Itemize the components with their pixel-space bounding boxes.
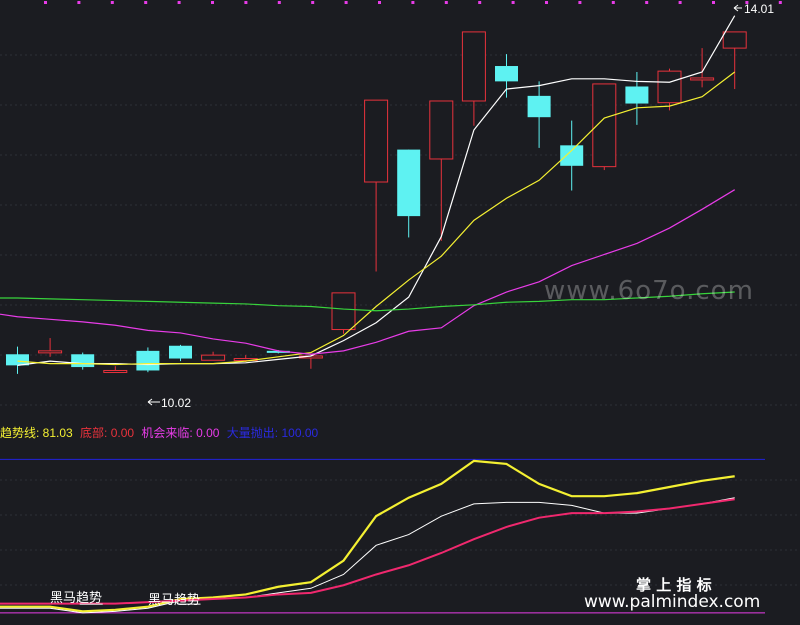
candle-13 bbox=[429, 100, 454, 241]
candle-19 bbox=[625, 71, 649, 125]
legend-chance: 机会来临: 0.00 bbox=[141, 426, 220, 440]
date-tick-22 bbox=[778, 1, 782, 4]
ma20-line bbox=[0, 189, 736, 355]
candle-4 bbox=[136, 347, 160, 373]
legend-trend: 趋势线: 81.03 bbox=[0, 426, 73, 440]
candle-body-21 bbox=[690, 77, 715, 81]
legend-bottom: 底部: 0.00 bbox=[80, 426, 135, 440]
date-tick-11 bbox=[411, 1, 415, 4]
candle-body-12 bbox=[397, 149, 421, 217]
candle-12 bbox=[397, 149, 421, 238]
high-price-marker: 14.01 bbox=[733, 2, 774, 16]
candle-body-2 bbox=[71, 354, 95, 368]
candle-body-4 bbox=[136, 350, 160, 371]
moving-average-lines bbox=[0, 15, 736, 366]
candle-16 bbox=[527, 81, 551, 148]
date-tick-19 bbox=[678, 1, 682, 4]
date-tick-14 bbox=[511, 1, 515, 4]
candle-body-15 bbox=[495, 66, 518, 82]
candle-18 bbox=[592, 83, 617, 171]
low-price-marker: 10.02 bbox=[147, 396, 191, 410]
date-tick-9 bbox=[344, 1, 348, 4]
candle-5 bbox=[169, 344, 192, 362]
candle-3 bbox=[103, 366, 128, 373]
watermark-mid: www.6o7o.com bbox=[544, 276, 754, 306]
candle-15 bbox=[495, 54, 518, 98]
candle-14 bbox=[461, 31, 486, 126]
date-tick-4 bbox=[177, 1, 181, 4]
date-tick-1 bbox=[77, 1, 81, 4]
candle-body-13 bbox=[429, 100, 454, 160]
candle-body-14 bbox=[461, 31, 486, 102]
date-tick-17 bbox=[611, 1, 615, 4]
date-tick-20 bbox=[712, 1, 715, 4]
candle-1 bbox=[38, 338, 63, 357]
candle-21 bbox=[690, 48, 715, 88]
indicator-legend: 趋势线: 81.03 底部: 0.00 机会来临: 0.00 大量抛出: 100… bbox=[0, 424, 322, 441]
candle-body-19 bbox=[625, 86, 649, 104]
date-tick-10 bbox=[378, 1, 381, 4]
candle-6 bbox=[201, 351, 226, 361]
candle-body-22 bbox=[722, 31, 747, 49]
candle-body-6 bbox=[201, 354, 226, 361]
date-tick-16 bbox=[578, 1, 582, 4]
high-price-label: 14.01 bbox=[744, 2, 774, 16]
date-tick-5 bbox=[211, 1, 214, 4]
signal-text-1: 黑马趋势 bbox=[50, 590, 102, 606]
candle-0 bbox=[6, 346, 29, 374]
candle-body-3 bbox=[103, 369, 128, 373]
signal-text-2: 黑马趋势 bbox=[148, 592, 200, 608]
candle-body-10 bbox=[331, 292, 356, 331]
candle-22 bbox=[722, 31, 747, 90]
trend-indicator-line bbox=[0, 459, 735, 613]
date-tick-8 bbox=[311, 1, 315, 4]
date-tick-7 bbox=[277, 1, 281, 4]
candle-body-11 bbox=[364, 99, 389, 183]
date-tick-18 bbox=[645, 1, 649, 4]
date-tick-6 bbox=[244, 1, 248, 4]
candle-body-0 bbox=[6, 354, 29, 366]
low-price-label: 10.02 bbox=[161, 396, 191, 410]
date-tick-12 bbox=[444, 1, 448, 4]
date-tick-2 bbox=[110, 1, 114, 4]
date-tick-3 bbox=[144, 1, 148, 4]
candle-11 bbox=[364, 99, 389, 272]
date-tick-13 bbox=[478, 1, 482, 4]
date-tick-0 bbox=[44, 1, 47, 4]
candle-body-17 bbox=[560, 145, 584, 166]
candle-2 bbox=[71, 352, 95, 370]
candle-body-1 bbox=[38, 350, 63, 354]
date-tick-15 bbox=[545, 1, 548, 4]
watermark-site: www.palmindex.com bbox=[584, 592, 761, 612]
stock-chart: 14.01 10.02 黑马趋势 黑马趋势 趋势线: 81.03 底部: 0.0… bbox=[0, 0, 800, 625]
chart-canvas: 14.01 10.02 黑马趋势 黑马趋势 bbox=[0, 1, 800, 614]
candle-body-5 bbox=[169, 345, 192, 359]
candle-body-20 bbox=[657, 70, 682, 104]
candle-17 bbox=[560, 120, 584, 191]
candle-body-16 bbox=[527, 95, 551, 118]
legend-big-sell: 大量抛出: 100.00 bbox=[226, 426, 319, 440]
